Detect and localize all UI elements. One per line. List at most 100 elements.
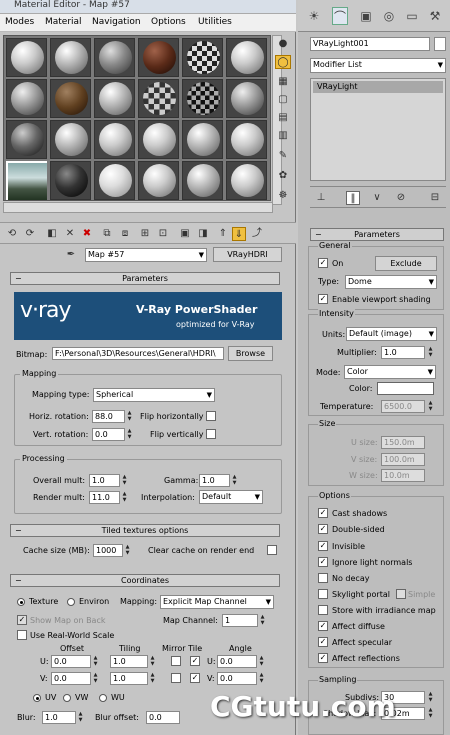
v-tiling-field[interactable]: 1.0 — [110, 672, 148, 685]
background-icon[interactable]: ▦ — [275, 75, 291, 89]
video-color-check-icon[interactable]: ▤ — [275, 111, 291, 125]
mapping-type-dropdown[interactable]: Spherical ▼ — [93, 388, 215, 402]
browse-button[interactable]: Browse — [228, 346, 273, 361]
material-sample-slot[interactable] — [50, 38, 91, 77]
go-to-parent-icon[interactable]: ⇑ — [216, 227, 230, 241]
interpolation-dropdown[interactable]: Default ▼ — [199, 490, 263, 504]
v-offset-spinner[interactable]: ▲ ▼ — [92, 672, 99, 685]
material-sample-slot[interactable] — [226, 161, 267, 200]
put-to-library-icon[interactable]: ⊞ — [138, 227, 152, 241]
u-angle-field[interactable]: 0.0 — [217, 655, 257, 668]
object-name-field[interactable]: VRayLight001 — [310, 37, 430, 51]
material-sample-slot[interactable] — [138, 38, 179, 77]
stack-item-vraylight[interactable]: VRayLight — [313, 81, 443, 93]
show-end-result-icon[interactable]: ◨ — [196, 227, 210, 241]
affect-diffuse-checkbox[interactable]: ✓ — [318, 621, 328, 631]
sample-type-icon[interactable]: ● — [275, 37, 291, 51]
menu-modes[interactable]: Modes — [5, 17, 34, 27]
right-parameters-header[interactable]: − Parameters — [310, 228, 444, 241]
blur-spinner[interactable]: ▲ ▼ — [77, 711, 84, 724]
material-navigator-icon[interactable]: ☸ — [275, 189, 291, 203]
bitmap-path-field[interactable]: F:\Personal\3D\Resources\General\HDRI\ — [52, 347, 224, 360]
horiz-rotation-spinner[interactable]: ▲ ▼ — [126, 410, 133, 423]
blur-field[interactable]: 1.0 — [42, 711, 76, 724]
material-sample-slot[interactable] — [6, 161, 47, 200]
exclude-button[interactable]: Exclude — [375, 256, 437, 271]
get-material-icon[interactable]: ⟲ — [5, 227, 19, 241]
material-sample-slot[interactable] — [182, 79, 223, 118]
object-color-swatch[interactable] — [434, 37, 446, 51]
cache-size-spinner[interactable]: ▲ ▼ — [124, 544, 131, 557]
create-tab-icon[interactable]: ☀ — [306, 7, 322, 25]
material-sample-slot[interactable] — [6, 38, 47, 77]
u-size-field[interactable]: 150.0m — [381, 436, 425, 449]
material-sample-slot[interactable] — [182, 38, 223, 77]
material-sample-slot[interactable] — [50, 161, 91, 200]
cache-size-field[interactable]: 1000 — [93, 544, 123, 557]
store-irradiance-checkbox[interactable] — [318, 605, 328, 615]
make-copy-icon[interactable]: ⧉ — [100, 227, 114, 241]
v-tiling-spinner[interactable]: ▲ ▼ — [149, 672, 156, 685]
gamma-spinner[interactable]: ▲ ▼ — [231, 474, 238, 487]
modify-tab-icon[interactable]: ⌒ — [332, 7, 348, 25]
u-offset-field[interactable]: 0.0 — [51, 655, 91, 668]
affect-reflections-checkbox[interactable]: ✓ — [318, 653, 328, 663]
clear-cache-checkbox[interactable] — [267, 545, 277, 555]
u-mirror-checkbox[interactable] — [171, 656, 181, 666]
uv-tiling-icon[interactable]: ▢ — [275, 93, 291, 107]
backlight-icon[interactable]: ◯ — [275, 55, 291, 69]
show-map-icon[interactable]: ▣ — [178, 227, 192, 241]
u-tiling-spinner[interactable]: ▲ ▼ — [149, 655, 156, 668]
uv-radio[interactable] — [33, 694, 41, 702]
subdivs-spinner[interactable]: ▲ ▼ — [427, 691, 434, 704]
menu-navigation[interactable]: Navigation — [92, 17, 141, 27]
eyedropper-icon[interactable]: ✒ — [64, 248, 78, 262]
v-mirror-checkbox[interactable] — [171, 673, 181, 683]
material-sample-slot[interactable] — [182, 161, 223, 200]
vw-radio[interactable] — [63, 694, 71, 702]
ignore-light-normals-checkbox[interactable]: ✓ — [318, 557, 328, 567]
u-offset-spinner[interactable]: ▲ ▼ — [92, 655, 99, 668]
menu-utilities[interactable]: Utilities — [198, 17, 232, 27]
multiplier-field[interactable]: 1.0 — [381, 346, 425, 359]
select-by-material-icon[interactable]: ✿ — [275, 169, 291, 183]
material-sample-slot[interactable] — [226, 79, 267, 118]
gamma-field[interactable]: 1.0 — [199, 474, 230, 487]
render-mult-spinner[interactable]: ▲ ▼ — [121, 491, 128, 504]
temperature-field[interactable]: 6500.0 — [381, 400, 425, 413]
v-angle-spinner[interactable]: ▲ ▼ — [258, 672, 265, 685]
coords-mapping-dropdown[interactable]: Explicit Map Channel ▼ — [160, 595, 274, 609]
menu-options[interactable]: Options — [151, 17, 186, 27]
show-map-on-back-checkbox[interactable]: ✓ — [17, 615, 27, 625]
shadow-bias-spinner[interactable]: ▲ ▼ — [427, 707, 434, 720]
flip-horizontally-checkbox[interactable] — [206, 411, 216, 421]
u-tiling-field[interactable]: 1.0 — [110, 655, 148, 668]
material-sample-slot[interactable] — [226, 38, 267, 77]
map-channel-field[interactable]: 1 — [222, 614, 258, 627]
w-size-field[interactable]: 10.0m — [381, 469, 425, 482]
no-decay-checkbox[interactable] — [318, 573, 328, 583]
options-icon[interactable]: ✎ — [275, 149, 291, 163]
u-angle-spinner[interactable]: ▲ ▼ — [258, 655, 265, 668]
hierarchy-tab-icon[interactable]: ▣ — [358, 7, 374, 25]
make-unique-stack-icon[interactable]: ∨ — [370, 191, 384, 205]
u-tile-checkbox[interactable]: ✓ — [190, 656, 200, 666]
put-to-scene-icon[interactable]: ⟳ — [23, 227, 37, 241]
go-forward-icon[interactable]: ⇓ — [232, 227, 246, 241]
material-sample-slot[interactable] — [138, 120, 179, 159]
render-mult-field[interactable]: 11.0 — [89, 491, 120, 504]
map-channel-spinner[interactable]: ▲ ▼ — [259, 614, 266, 627]
invisible-checkbox[interactable]: ✓ — [318, 541, 328, 551]
light-color-swatch[interactable] — [377, 382, 434, 395]
map-type-button[interactable]: VRayHDRI — [213, 247, 282, 262]
map-name-dropdown[interactable]: Map #57 ▼ — [85, 248, 207, 262]
mode-dropdown[interactable]: Color ▼ — [344, 365, 436, 379]
material-sample-slot[interactable] — [94, 38, 135, 77]
double-sided-checkbox[interactable]: ✓ — [318, 524, 328, 534]
material-sample-slot[interactable] — [50, 79, 91, 118]
modifier-list-dropdown[interactable]: Modifier List ▼ — [310, 58, 446, 73]
display-tab-icon[interactable]: ▭ — [404, 7, 420, 25]
material-sample-slot[interactable] — [94, 161, 135, 200]
affect-specular-checkbox[interactable]: ✓ — [318, 637, 328, 647]
pick-from-object-icon[interactable]: ⤴ — [250, 227, 264, 241]
